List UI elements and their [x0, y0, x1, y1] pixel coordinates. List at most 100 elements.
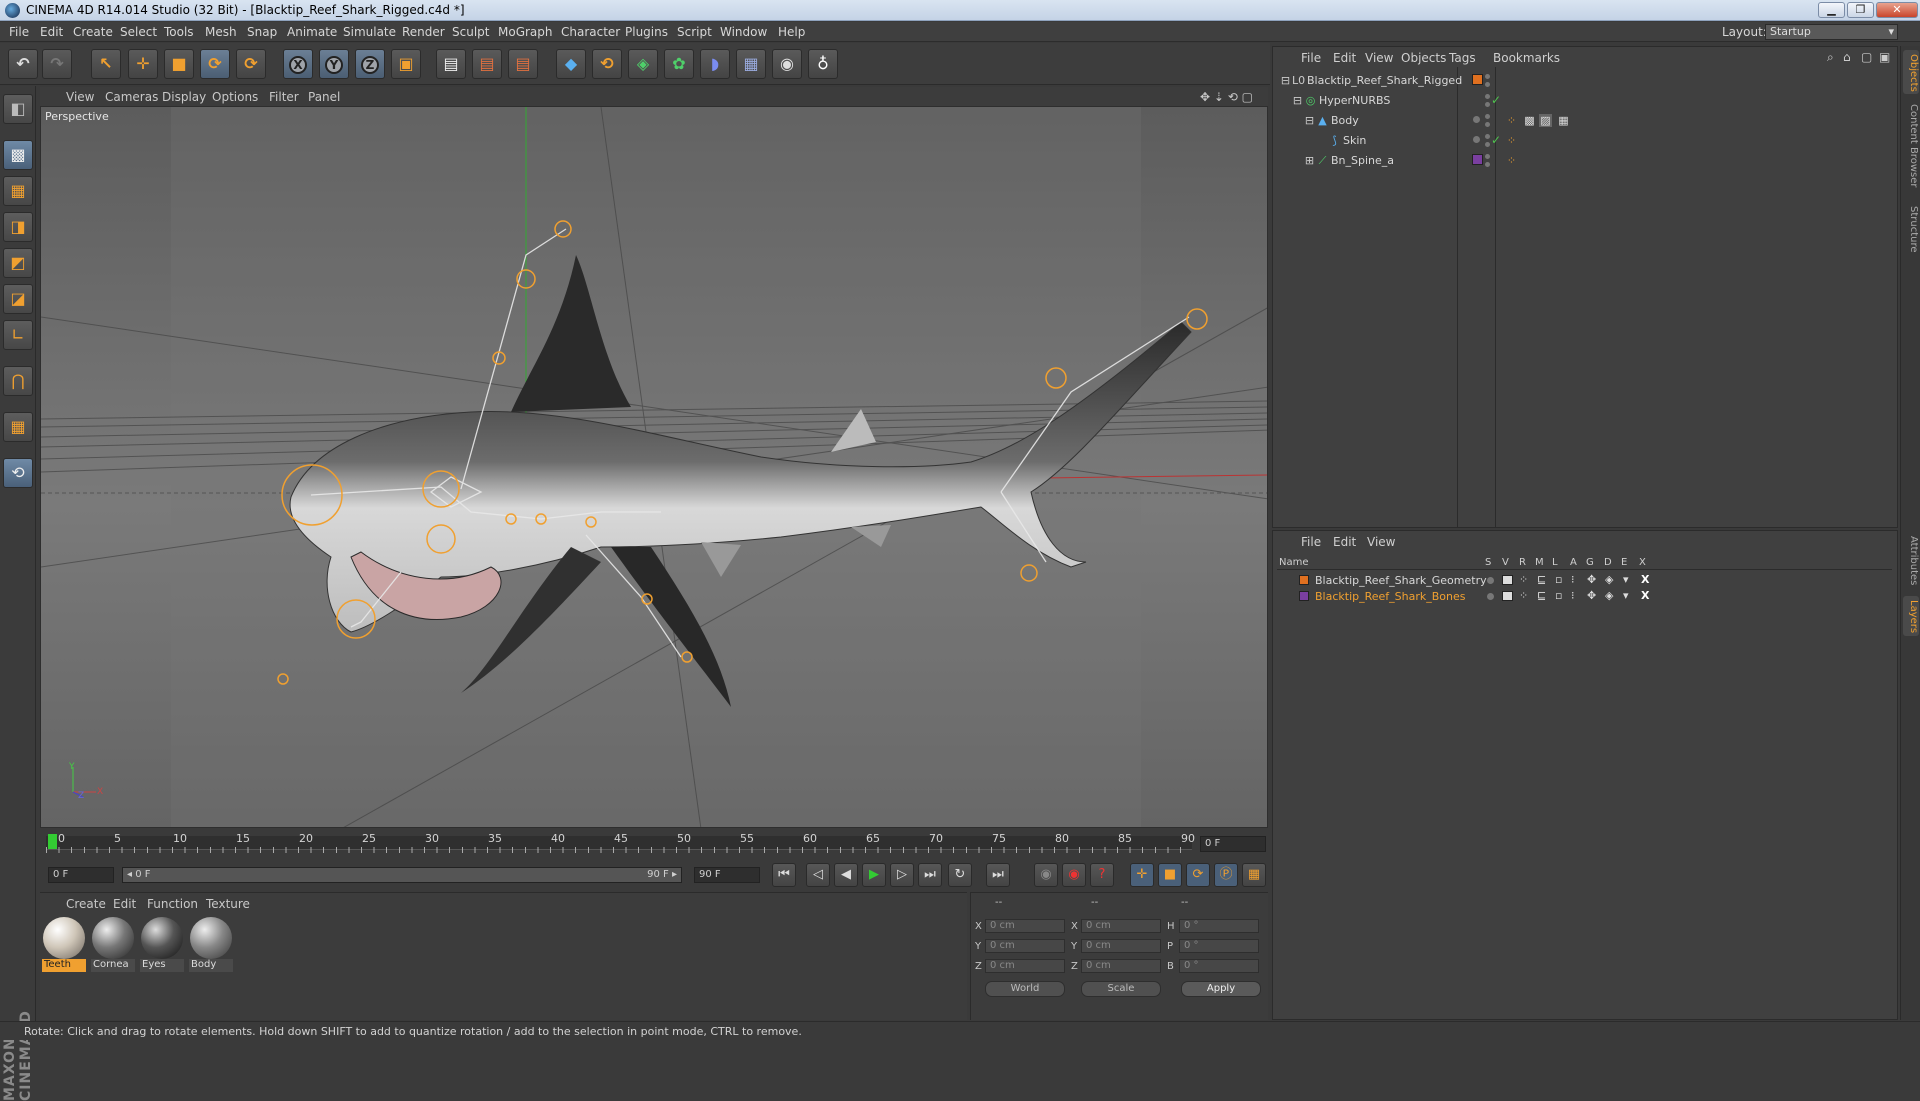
live-selection-button[interactable]: ↖: [91, 49, 121, 79]
maximize-button[interactable]: ❐: [1847, 2, 1874, 18]
visibility-dot[interactable]: [1485, 154, 1490, 159]
viewport-menu-display[interactable]: Display: [162, 90, 206, 104]
position-y-field[interactable]: 0 cm: [985, 939, 1065, 953]
add-spline-button[interactable]: ⟲: [592, 49, 622, 79]
tab-structure[interactable]: Structure: [1903, 202, 1919, 258]
axis-mode-button[interactable]: ⋂: [3, 366, 33, 396]
current-frame-field[interactable]: 0 F: [1200, 836, 1266, 852]
om-menu-file[interactable]: File: [1301, 51, 1321, 65]
move-button[interactable]: ✛: [128, 49, 158, 79]
next-key-button[interactable]: ⏭: [918, 863, 942, 887]
play-button[interactable]: ▶: [862, 863, 886, 887]
visibility-dot[interactable]: [1485, 114, 1490, 119]
object-row-bn-spine-a[interactable]: ⊞ ⟋ Bn_Spine_a ⁘: [1277, 151, 1892, 171]
key-pla-button[interactable]: ▦: [1242, 863, 1266, 887]
menu-sculpt[interactable]: Sculpt: [452, 25, 489, 39]
object-row-root[interactable]: ⊟ L0 Blacktip_Reef_Shark_Rigged: [1277, 71, 1892, 91]
rotation-h-field[interactable]: 0 °: [1179, 919, 1259, 933]
animation-toggle-icon[interactable]: ⁝: [1571, 573, 1575, 586]
phong-tag-icon[interactable]: ⁘: [1505, 114, 1518, 127]
model-mode-button[interactable]: ▩: [3, 140, 33, 170]
object-row-hypernurbs[interactable]: ⊟ ◎ HyperNURBS ✓: [1277, 91, 1892, 111]
go-to-start-button[interactable]: ⏮: [772, 863, 796, 887]
expressions-toggle-icon[interactable]: ▾: [1623, 573, 1629, 586]
tab-content-browser[interactable]: Content Browser: [1903, 100, 1919, 196]
render-dot[interactable]: [1485, 82, 1490, 87]
next-frame-button[interactable]: ▷: [890, 863, 914, 887]
material-tag-icon[interactable]: ▨: [1539, 114, 1552, 127]
viewport-menu-panel[interactable]: Panel: [308, 90, 340, 104]
menu-snap[interactable]: Snap: [247, 25, 277, 39]
object-row-skin[interactable]: ⟆ Skin ✓ ⁘: [1277, 131, 1892, 151]
material-body[interactable]: Body: [189, 917, 233, 975]
menu-create[interactable]: Create: [73, 25, 113, 39]
viewport-navigation-icons[interactable]: ✥ ⇣ ⟲ ▢: [1200, 90, 1253, 104]
z-axis-lock-button[interactable]: Z: [355, 49, 385, 79]
add-light-button[interactable]: ♁: [808, 49, 838, 79]
loop-button[interactable]: ↻: [948, 863, 972, 887]
size-mode-select[interactable]: Scale: [1081, 981, 1161, 997]
render-view-button[interactable]: ▤: [436, 49, 466, 79]
solo-toggle[interactable]: [1487, 593, 1494, 600]
expand-icon[interactable]: ⊞: [1303, 154, 1316, 167]
timeline-ruler[interactable]: 0 5 10 15 20 25 30 35 40 45 50 55 60 65 …: [40, 830, 1268, 858]
make-editable-button[interactable]: ◧: [3, 94, 33, 124]
add-deformer-button[interactable]: ◗: [700, 49, 730, 79]
om-menu-view[interactable]: View: [1365, 51, 1393, 65]
tab-attributes[interactable]: Attributes: [1903, 532, 1919, 592]
viewport-menu-view[interactable]: View: [66, 90, 94, 104]
coordinate-system-button[interactable]: ▣: [391, 49, 421, 79]
expand-icon[interactable]: ⊟: [1303, 114, 1316, 127]
deformers-toggle-icon[interactable]: ◈: [1605, 589, 1613, 602]
layer-row-bones[interactable]: Blacktip_Reef_Shark_Bones ⁘ ⊑ ▫ ⁝ ✥ ◈ ▾ …: [1277, 589, 1892, 604]
add-camera-button[interactable]: ◉: [772, 49, 802, 79]
render-dot[interactable]: [1485, 142, 1490, 147]
new-window-icon[interactable]: ▢: [1861, 50, 1872, 64]
generators-toggle-icon[interactable]: ✥: [1587, 573, 1596, 586]
generators-toggle-icon[interactable]: ✥: [1587, 589, 1596, 602]
visibility-dot[interactable]: [1485, 74, 1490, 79]
menu-help[interactable]: Help: [778, 25, 805, 39]
viewport-menu-cameras[interactable]: Cameras: [105, 90, 158, 104]
expand-icon[interactable]: ⊟: [1279, 74, 1292, 87]
record-button[interactable]: ◉: [1034, 863, 1058, 887]
material-menu-create[interactable]: Create: [66, 897, 106, 911]
layer-color-chip[interactable]: [1299, 575, 1309, 585]
tab-layers[interactable]: Layers: [1903, 596, 1919, 636]
expressions-toggle-icon[interactable]: ▾: [1623, 589, 1629, 602]
add-array-button[interactable]: ✿: [664, 49, 694, 79]
viewport-menu-options[interactable]: Options: [212, 90, 258, 104]
recent-tool-button[interactable]: ⟳: [236, 49, 266, 79]
rotate-button[interactable]: ⟳: [200, 49, 230, 79]
home-icon[interactable]: ⌂: [1843, 50, 1851, 64]
keyframe-selection-button[interactable]: ?: [1090, 863, 1114, 887]
om-menu-edit[interactable]: Edit: [1333, 51, 1356, 65]
material-menu-edit[interactable]: Edit: [113, 897, 136, 911]
deformers-toggle-icon[interactable]: ◈: [1605, 573, 1613, 586]
layer-color-chip[interactable]: [1299, 591, 1309, 601]
tag-icon[interactable]: ⁘: [1505, 154, 1518, 167]
material-menu-texture[interactable]: Texture: [206, 897, 250, 911]
material-cornea[interactable]: Cornea: [91, 917, 135, 975]
object-row-body[interactable]: ⊟ ▲ Body ⁘ ▩ ▨ ▦: [1277, 111, 1892, 131]
size-z-field[interactable]: 0 cm: [1081, 959, 1161, 973]
xref-toggle-icon[interactable]: X: [1641, 573, 1649, 586]
view-toggle-icon[interactable]: [1502, 591, 1513, 601]
texture-tag-icon[interactable]: ▦: [1557, 114, 1570, 127]
menu-mograph[interactable]: MoGraph: [498, 25, 553, 39]
start-frame-field[interactable]: 0 F: [48, 867, 114, 883]
render-dot[interactable]: [1485, 162, 1490, 167]
search-icon[interactable]: ⌕: [1827, 50, 1834, 65]
render-picture-viewer-button[interactable]: ▤: [472, 49, 502, 79]
add-nurbs-button[interactable]: ◈: [628, 49, 658, 79]
workplane-lock-button[interactable]: ⟲: [3, 458, 33, 488]
points-mode-button[interactable]: ◩: [3, 248, 33, 278]
coordinate-space-select[interactable]: World: [985, 981, 1065, 997]
om-menu-objects[interactable]: Objects: [1401, 51, 1446, 65]
view-toggle-icon[interactable]: [1502, 575, 1513, 585]
lm-menu-file[interactable]: File: [1301, 535, 1321, 549]
menu-file[interactable]: File: [9, 25, 29, 39]
om-menu-tags[interactable]: Tags: [1449, 51, 1476, 65]
render-settings-button[interactable]: ▤: [508, 49, 538, 79]
menu-select[interactable]: Select: [120, 25, 157, 39]
